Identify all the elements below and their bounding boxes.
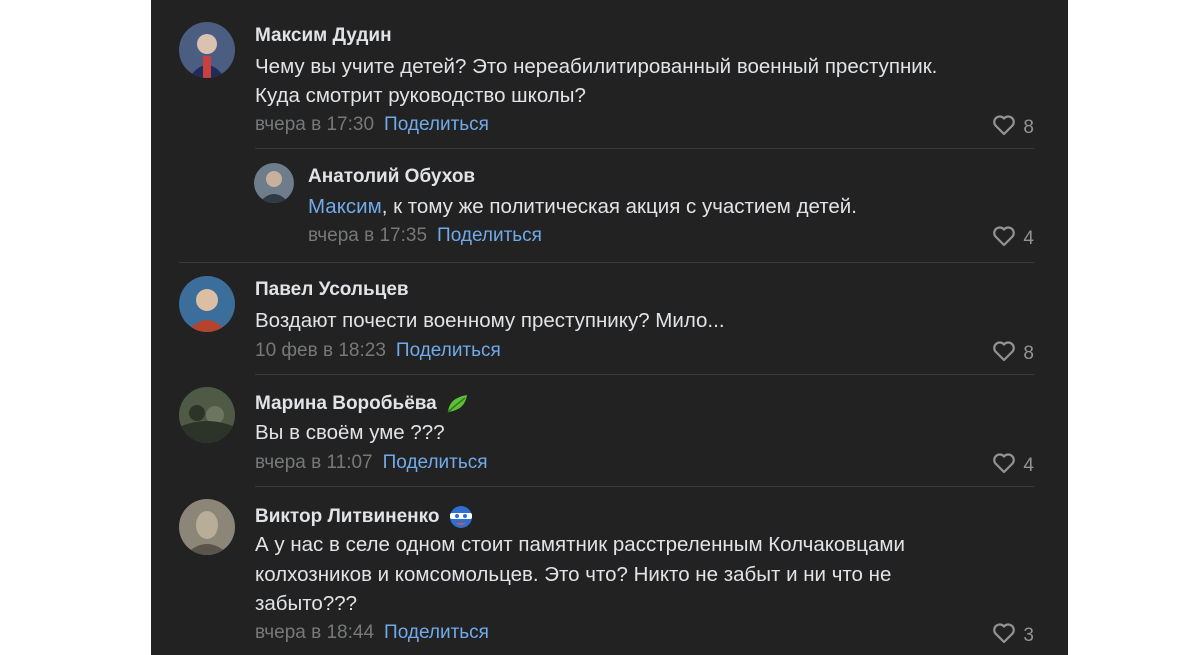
heart-outline-icon [992,452,1016,480]
heart-outline-icon [992,114,1016,142]
comment-meta: вчера в 18:44 Поделиться [255,622,489,644]
comment-author[interactable]: Павел Усольцев [255,279,409,301]
avatar[interactable] [254,163,294,203]
avatar[interactable] [179,387,235,443]
like-button[interactable]: 8 [992,114,1034,142]
like-button[interactable]: 4 [992,452,1034,480]
avatar[interactable] [179,22,235,78]
comment-meta: вчера в 17:30 Поделиться [255,114,489,136]
comment-text: Максим, к тому же политическая акция с у… [308,195,857,218]
comment-author[interactable]: Анатолий Обухов [308,166,475,188]
leaf-badge-icon [445,392,471,416]
avatar[interactable] [179,499,235,555]
share-button[interactable]: Поделиться [437,225,542,246]
comment-text-line: забыто??? [255,592,358,615]
comments-panel: Максим Дудин Чему вы учите детей? Это не… [151,0,1068,655]
like-count: 4 [1023,228,1034,249]
comment-time[interactable]: 10 фев в 18:23 [255,340,386,361]
divider [255,148,1034,149]
share-button[interactable]: Поделиться [383,452,488,473]
mention-link[interactable]: Максим [308,195,382,218]
comment-time[interactable]: вчера в 18:44 [255,622,374,643]
comment-time[interactable]: вчера в 11:07 [255,452,373,473]
divider [255,374,1034,375]
like-count: 4 [1023,455,1034,476]
heart-outline-icon [992,225,1016,253]
comment-text-line: Куда смотрит руководство школы? [255,84,586,107]
like-button[interactable]: 8 [992,340,1034,368]
like-count: 8 [1023,117,1034,138]
comment-author[interactable]: Марина Воробьёва [255,392,471,416]
share-button[interactable]: Поделиться [384,114,489,135]
comment-text-line: Вы в своём уме ??? [255,421,445,444]
hero-mask-badge-icon [448,504,474,530]
comment-meta: вчера в 17:35 Поделиться [308,225,542,247]
like-count: 3 [1023,625,1034,646]
divider [255,486,1034,487]
like-count: 8 [1023,343,1034,364]
comment-meta: вчера в 11:07 Поделиться [255,452,488,474]
share-button[interactable]: Поделиться [384,622,489,643]
comment-text-line: Воздают почести военному преступнику? Ми… [255,309,725,332]
heart-outline-icon [992,340,1016,368]
comment-text-line: колхозников и комсомольцев. Это что? Ник… [255,563,892,586]
share-button[interactable]: Поделиться [396,340,501,361]
comment-meta: 10 фев в 18:23 Поделиться [255,340,501,362]
comment-time[interactable]: вчера в 17:30 [255,114,374,135]
like-button[interactable]: 3 [992,622,1034,650]
comment-time[interactable]: вчера в 17:35 [308,225,427,246]
comment-author[interactable]: Виктор Литвиненко [255,504,474,530]
like-button[interactable]: 4 [992,225,1034,253]
avatar[interactable] [179,276,235,332]
heart-outline-icon [992,622,1016,650]
comment-text-line: А у нас в селе одном стоит памятник расс… [255,533,905,556]
divider [179,262,1034,263]
comment-author[interactable]: Максим Дудин [255,25,392,47]
comment-text-line: Чему вы учите детей? Это нереабилитирова… [255,55,938,78]
